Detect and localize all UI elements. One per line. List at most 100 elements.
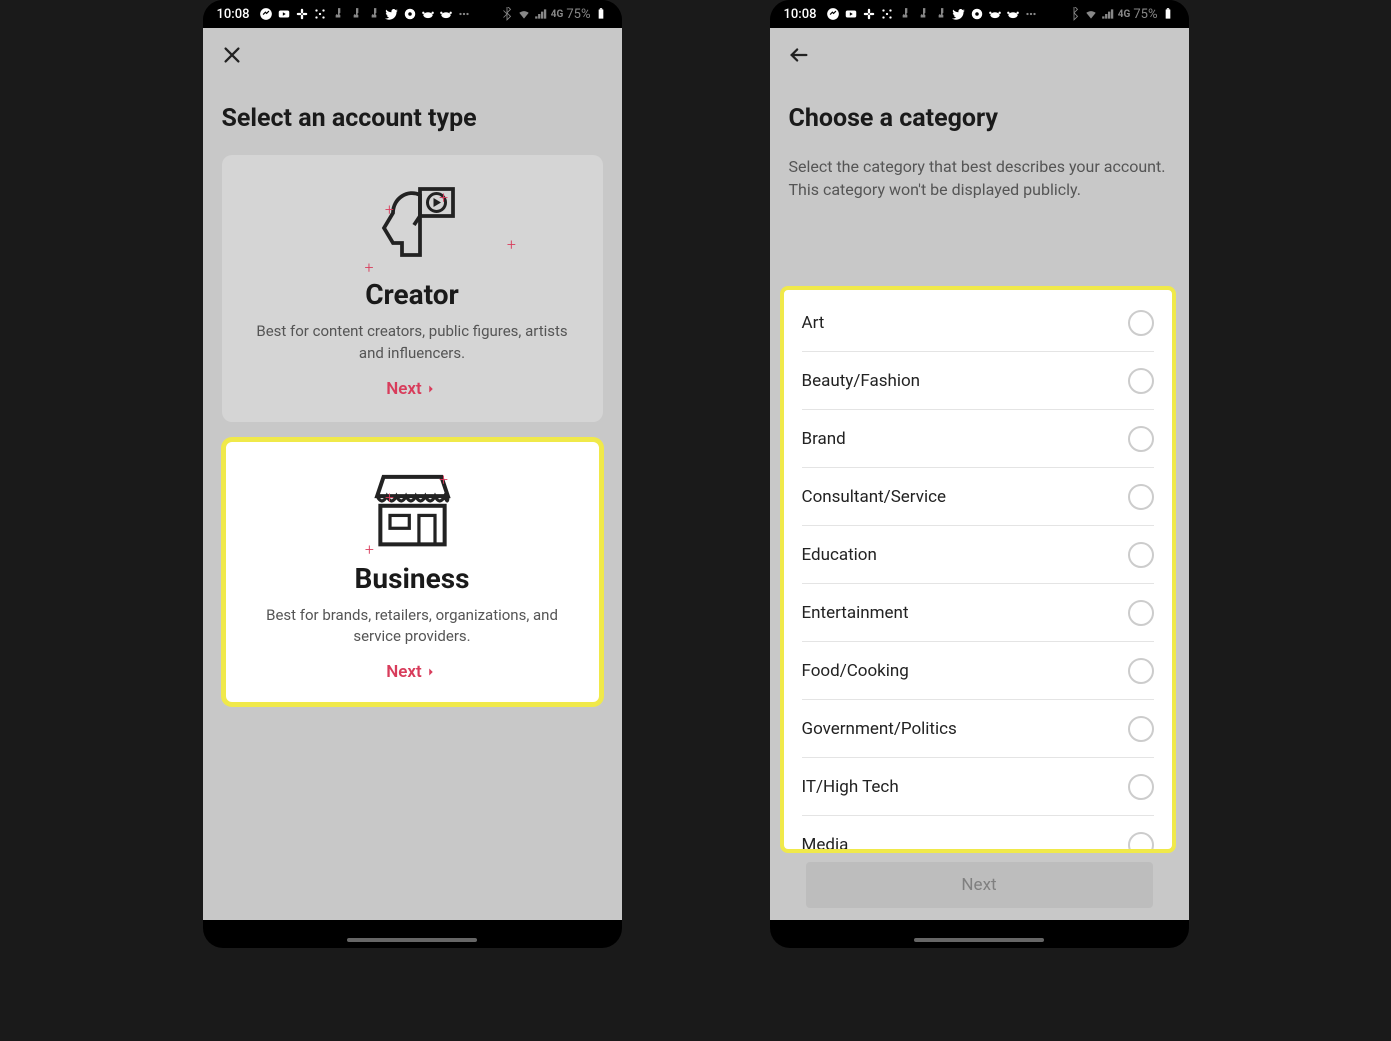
screen-left: Select an account type + + + + Creator	[203, 28, 622, 920]
category-label: Art	[802, 313, 825, 333]
signal-icon	[1101, 7, 1115, 21]
category-label: Brand	[802, 429, 846, 449]
dots-icon	[313, 7, 327, 21]
finger-icon-3	[367, 7, 381, 21]
category-row[interactable]: IT/High Tech	[802, 758, 1154, 816]
chevron-right-icon	[424, 382, 438, 396]
more-icon	[457, 7, 471, 21]
radio-icon[interactable]	[1128, 542, 1154, 568]
network-4g-icon: 4G	[551, 9, 564, 20]
network-4g-icon: 4G	[1118, 9, 1131, 20]
business-illustration: + + +	[244, 464, 581, 554]
category-row[interactable]: Food/Cooking	[802, 642, 1154, 700]
category-label: Beauty/Fashion	[802, 371, 921, 391]
status-time: 10:08	[784, 7, 817, 22]
creator-desc: Best for content creators, public figure…	[243, 321, 582, 365]
youtube-icon	[844, 7, 858, 21]
messenger-icon	[259, 7, 273, 21]
category-label: Entertainment	[802, 603, 909, 623]
radio-icon[interactable]	[1128, 484, 1154, 510]
battery-percent: 75%	[1133, 7, 1157, 22]
category-label: Consultant/Service	[802, 487, 947, 507]
close-icon[interactable]	[221, 44, 243, 66]
nav-row	[203, 28, 622, 86]
home-indicator[interactable]	[914, 938, 1044, 942]
phone-right: 10:08 4G 75%	[770, 0, 1189, 948]
status-time: 10:08	[217, 7, 250, 22]
creator-next-label: Next	[386, 379, 422, 399]
home-indicator[interactable]	[347, 938, 477, 942]
page-subheading: Select the category that best describes …	[789, 155, 1170, 201]
reddit-icon-2	[439, 7, 453, 21]
messenger-icon	[826, 7, 840, 21]
phone-left: 10:08 4G 75%	[203, 0, 622, 948]
radio-icon[interactable]	[1128, 310, 1154, 336]
bluetooth-icon	[500, 7, 514, 21]
radio-icon[interactable]	[1128, 658, 1154, 684]
slack-icon	[862, 7, 876, 21]
signal-icon	[534, 7, 548, 21]
radio-icon[interactable]	[1128, 832, 1154, 853]
category-row[interactable]: Brand	[802, 410, 1154, 468]
category-label: IT/High Tech	[802, 777, 899, 797]
status-bar: 10:08 4G 75%	[770, 0, 1189, 28]
reddit-icon	[988, 7, 1002, 21]
battery-icon	[594, 7, 608, 21]
category-label: Food/Cooking	[802, 661, 909, 681]
wifi-icon	[1084, 7, 1098, 21]
creator-title: Creator	[243, 278, 582, 311]
finger-icon	[331, 7, 345, 21]
head-icon	[243, 180, 582, 270]
radio-icon[interactable]	[1128, 716, 1154, 742]
page-title: Select an account type	[222, 104, 603, 133]
category-list: Art Beauty/Fashion Brand Consultant/Serv…	[780, 286, 1176, 853]
chevron-right-icon	[424, 665, 438, 679]
category-label: Education	[802, 545, 877, 565]
twitter-icon	[952, 7, 966, 21]
business-card[interactable]: + + + Business Best for brands, retailer…	[222, 438, 603, 707]
category-row[interactable]: Education	[802, 526, 1154, 584]
business-desc: Best for brands, retailers, organization…	[244, 605, 581, 649]
reddit-icon	[421, 7, 435, 21]
radio-icon[interactable]	[1128, 426, 1154, 452]
category-row[interactable]: Government/Politics	[802, 700, 1154, 758]
twitter-icon	[385, 7, 399, 21]
creator-card[interactable]: + + + + Creator Best for content creator…	[222, 155, 603, 422]
back-icon[interactable]	[788, 44, 810, 66]
reddit-icon-2	[1006, 7, 1020, 21]
status-bar: 10:08 4G 75%	[203, 0, 622, 28]
shop-icon	[244, 464, 581, 554]
screen-right: Choose a category Select the category th…	[770, 28, 1189, 920]
business-title: Business	[244, 562, 581, 595]
finger-icon-3	[934, 7, 948, 21]
battery-icon	[1161, 7, 1175, 21]
radio-icon[interactable]	[1128, 600, 1154, 626]
business-next-label: Next	[386, 662, 422, 682]
category-row[interactable]: Media	[802, 816, 1154, 853]
category-label: Media	[802, 835, 849, 853]
more-icon	[1024, 7, 1038, 21]
radio-icon[interactable]	[1128, 774, 1154, 800]
slack-icon	[295, 7, 309, 21]
wifi-icon	[517, 7, 531, 21]
radio-icon[interactable]	[1128, 368, 1154, 394]
category-row[interactable]: Beauty/Fashion	[802, 352, 1154, 410]
finger-icon	[898, 7, 912, 21]
category-row[interactable]: Art	[802, 294, 1154, 352]
youtube-icon	[277, 7, 291, 21]
next-button-label: Next	[961, 875, 996, 895]
creator-next-link[interactable]: Next	[386, 379, 438, 399]
circle-icon	[970, 7, 984, 21]
category-row[interactable]: Entertainment	[802, 584, 1154, 642]
dots-icon	[880, 7, 894, 21]
page-title: Choose a category	[789, 104, 1170, 133]
battery-percent: 75%	[566, 7, 590, 22]
circle-icon	[403, 7, 417, 21]
nav-row	[770, 28, 1189, 86]
category-label: Government/Politics	[802, 719, 957, 739]
next-button[interactable]: Next	[806, 862, 1153, 908]
finger-icon-2	[916, 7, 930, 21]
business-next-link[interactable]: Next	[386, 662, 438, 682]
category-row[interactable]: Consultant/Service	[802, 468, 1154, 526]
creator-illustration: + + + +	[243, 180, 582, 270]
